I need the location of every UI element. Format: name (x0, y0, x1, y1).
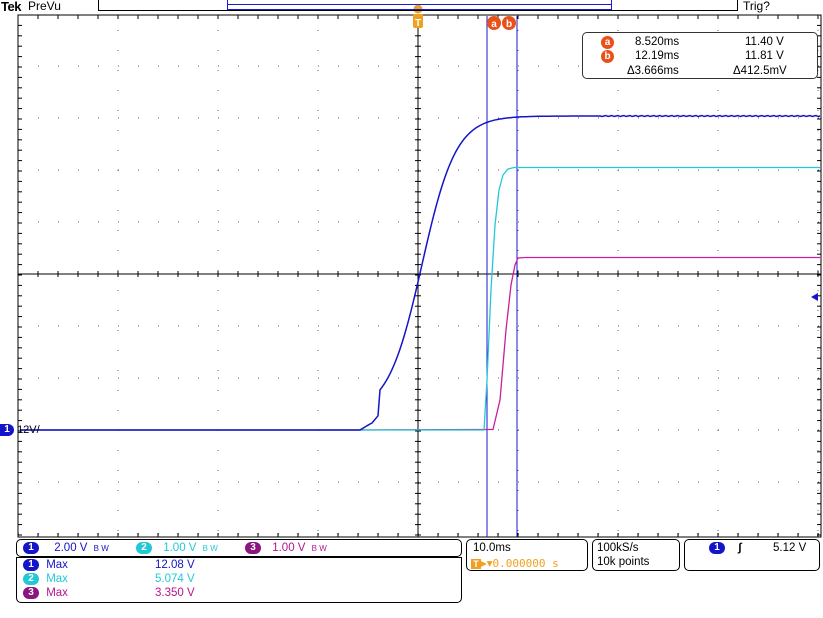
cursor-b-time: 12.19ms (635, 50, 680, 62)
record-view-window[interactable] (227, 0, 612, 10)
ch2-badge[interactable]: 2 (136, 542, 152, 554)
measurement-3-value: 3.350 V (155, 587, 195, 599)
measurement-panel[interactable]: 1 Max 12.08 V 2 Max 5.074 V 3 Max 3.350 … (16, 557, 462, 603)
waveform-display[interactable]: T a b (0, 0, 823, 618)
ch2-bw-limit-icon: B W (202, 543, 218, 553)
ch2-scale[interactable]: 1.00 V (163, 542, 196, 554)
cursor-a-badge[interactable]: a (487, 16, 501, 30)
sample-rate: 100kS/s (597, 542, 639, 554)
timebase-panel[interactable]: 10.0ms T ▸▾0.000000 s (466, 539, 588, 571)
trigger-panel[interactable]: 1 ∫ 5.12 V (684, 539, 820, 571)
svg-text:a: a (491, 19, 497, 30)
timebase-scale[interactable]: 10.0ms (473, 542, 511, 554)
ch1-ground-marker[interactable]: 1 12V/ (0, 424, 40, 438)
record-length: 10k points (597, 556, 650, 568)
ch2-trace (20, 166, 820, 431)
trigger-t-icon: T (471, 559, 481, 569)
ch1-trace (20, 114, 821, 431)
cursor-a-time: 8.520ms (635, 36, 680, 48)
ch1-bw-limit-icon: B W (93, 543, 109, 553)
ch1-scale[interactable]: 2.00 V (54, 542, 87, 554)
ch3-scale[interactable]: 1.00 V (272, 542, 305, 554)
acquisition-mode: PreVu (28, 0, 61, 13)
channel-scale-panel[interactable]: 1 2.00 V B W 2 1.00 V B W 3 1.00 V B W (16, 539, 462, 557)
cursor-delta-voltage: Δ412.5mV (733, 65, 787, 77)
measurement-1-value: 12.08 V (155, 559, 195, 571)
cursor-a-voltage: 11.40 V (745, 36, 784, 48)
rising-edge-icon: ∫ (738, 542, 742, 555)
measurement-2[interactable]: 2 Max (23, 573, 68, 585)
svg-text:T: T (415, 18, 421, 29)
measurement-1[interactable]: 1 Max (23, 559, 68, 571)
trigger-delay[interactable]: T ▸▾0.000000 s (471, 556, 559, 570)
cursor-readout-panel: a 8.520ms 11.40 V b 12.19ms 11.81 V Δ3.6… (582, 32, 818, 79)
cursor-b-voltage: 11.81 V (745, 50, 784, 62)
cursor-b-badge[interactable]: b (502, 16, 516, 30)
ch1-offset-label: 12V/ (17, 424, 40, 437)
ch1-badge[interactable]: 1 (23, 542, 39, 554)
delay-arrow-icon: ▸▾ (481, 558, 493, 570)
trigger-status: Trig? (743, 0, 770, 13)
trigger-level-arrow-icon (811, 293, 818, 301)
acquisition-panel[interactable]: 100kS/s 10k points (592, 539, 680, 571)
measurement-3[interactable]: 3 Max (23, 587, 68, 599)
measurement-2-value: 5.074 V (155, 573, 195, 585)
ch3-badge[interactable]: 3 (245, 542, 261, 554)
brand-logo: Tek (1, 0, 21, 14)
svg-text:b: b (506, 19, 512, 30)
ch3-bw-limit-icon: B W (311, 543, 327, 553)
trigger-level[interactable]: 5.12 V (773, 542, 806, 554)
top-status-bar: Tek PreVu Trig? (0, 0, 823, 14)
cursor-a-icon: a (601, 36, 614, 49)
trigger-source-badge[interactable]: 1 (709, 542, 725, 554)
cursor-delta-time: Δ3.666ms (627, 65, 679, 77)
cursor-b-icon: b (601, 50, 614, 63)
ch3-trace (20, 256, 820, 431)
